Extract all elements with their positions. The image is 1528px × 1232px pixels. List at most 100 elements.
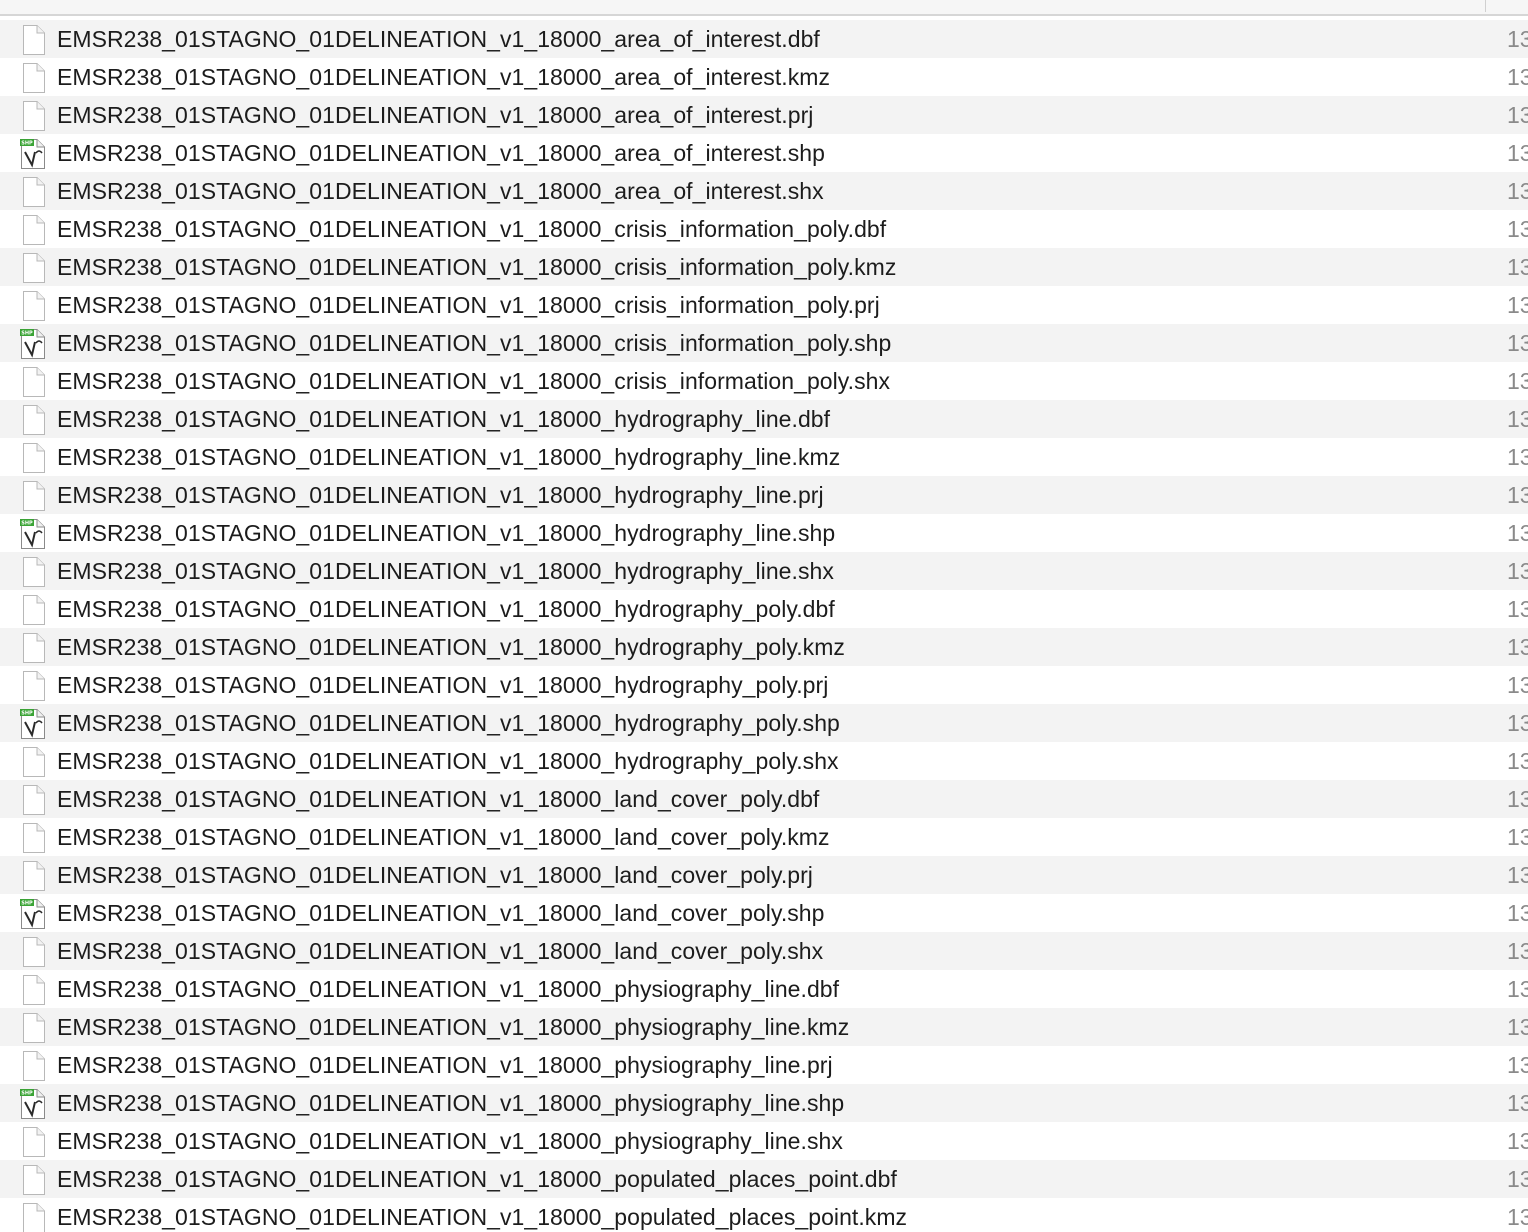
file-row[interactable]: EMSR238_01STAGNO_01DELINEATION_v1_18000_…: [0, 96, 1528, 134]
file-name[interactable]: EMSR238_01STAGNO_01DELINEATION_v1_18000_…: [57, 1046, 833, 1084]
file-row[interactable]: EMSR238_01STAGNO_01DELINEATION_v1_18000_…: [0, 400, 1528, 438]
file-row[interactable]: SHP EMSR238_01STAGNO_01DELINEATION_v1_180…: [0, 514, 1528, 552]
file-row[interactable]: EMSR238_01STAGNO_01DELINEATION_v1_18000_…: [0, 780, 1528, 818]
file-row[interactable]: EMSR238_01STAGNO_01DELINEATION_v1_18000_…: [0, 476, 1528, 514]
document-icon: [20, 177, 46, 207]
file-row[interactable]: SHP EMSR238_01STAGNO_01DELINEATION_v1_180…: [0, 704, 1528, 742]
file-date-modified: 13: [1507, 558, 1528, 584]
file-name[interactable]: EMSR238_01STAGNO_01DELINEATION_v1_18000_…: [57, 932, 823, 970]
file-name[interactable]: EMSR238_01STAGNO_01DELINEATION_v1_18000_…: [57, 134, 825, 172]
shapefile-icon: SHP: [20, 329, 46, 359]
file-row[interactable]: EMSR238_01STAGNO_01DELINEATION_v1_18000_…: [0, 1160, 1528, 1198]
file-date-modified: 13: [1507, 710, 1528, 736]
file-name[interactable]: EMSR238_01STAGNO_01DELINEATION_v1_18000_…: [57, 666, 828, 704]
document-icon-graphic: [23, 291, 45, 321]
file-name[interactable]: EMSR238_01STAGNO_01DELINEATION_v1_18000_…: [57, 742, 839, 780]
file-name[interactable]: EMSR238_01STAGNO_01DELINEATION_v1_18000_…: [57, 552, 834, 590]
file-name[interactable]: EMSR238_01STAGNO_01DELINEATION_v1_18000_…: [57, 58, 830, 96]
file-row[interactable]: EMSR238_01STAGNO_01DELINEATION_v1_18000_…: [0, 1122, 1528, 1160]
file-row[interactable]: EMSR238_01STAGNO_01DELINEATION_v1_18000_…: [0, 1008, 1528, 1046]
file-name[interactable]: EMSR238_01STAGNO_01DELINEATION_v1_18000_…: [57, 970, 839, 1008]
file-row[interactable]: EMSR238_01STAGNO_01DELINEATION_v1_18000_…: [0, 248, 1528, 286]
file-date-modified: 13: [1507, 634, 1528, 660]
file-row[interactable]: SHP EMSR238_01STAGNO_01DELINEATION_v1_180…: [0, 134, 1528, 172]
file-date-modified: 13: [1507, 862, 1528, 888]
file-row[interactable]: EMSR238_01STAGNO_01DELINEATION_v1_18000_…: [0, 552, 1528, 590]
file-name[interactable]: EMSR238_01STAGNO_01DELINEATION_v1_18000_…: [57, 1122, 843, 1160]
file-name[interactable]: EMSR238_01STAGNO_01DELINEATION_v1_18000_…: [57, 628, 845, 666]
file-name[interactable]: EMSR238_01STAGNO_01DELINEATION_v1_18000_…: [57, 248, 896, 286]
document-icon: [20, 481, 46, 511]
file-date-modified: 13: [1507, 748, 1528, 774]
file-name[interactable]: EMSR238_01STAGNO_01DELINEATION_v1_18000_…: [57, 1160, 897, 1198]
file-row[interactable]: EMSR238_01STAGNO_01DELINEATION_v1_18000_…: [0, 590, 1528, 628]
file-date-modified: 13: [1507, 824, 1528, 850]
file-row[interactable]: EMSR238_01STAGNO_01DELINEATION_v1_18000_…: [0, 210, 1528, 248]
document-icon: [20, 1051, 46, 1081]
column-header-bar[interactable]: [0, 0, 1528, 16]
file-row[interactable]: EMSR238_01STAGNO_01DELINEATION_v1_18000_…: [0, 58, 1528, 96]
file-name[interactable]: EMSR238_01STAGNO_01DELINEATION_v1_18000_…: [57, 96, 813, 134]
document-icon: [20, 861, 46, 891]
file-name[interactable]: EMSR238_01STAGNO_01DELINEATION_v1_18000_…: [57, 514, 835, 552]
file-row[interactable]: EMSR238_01STAGNO_01DELINEATION_v1_18000_…: [0, 666, 1528, 704]
file-row[interactable]: EMSR238_01STAGNO_01DELINEATION_v1_18000_…: [0, 438, 1528, 476]
file-name[interactable]: EMSR238_01STAGNO_01DELINEATION_v1_18000_…: [57, 894, 825, 932]
file-name[interactable]: EMSR238_01STAGNO_01DELINEATION_v1_18000_…: [57, 590, 835, 628]
file-date-modified: 13: [1507, 330, 1528, 356]
file-name[interactable]: EMSR238_01STAGNO_01DELINEATION_v1_18000_…: [57, 438, 840, 476]
file-date-modified: 13: [1507, 444, 1528, 470]
file-name[interactable]: EMSR238_01STAGNO_01DELINEATION_v1_18000_…: [57, 704, 840, 742]
document-icon: [20, 557, 46, 587]
file-name[interactable]: EMSR238_01STAGNO_01DELINEATION_v1_18000_…: [57, 476, 824, 514]
svg-text:SHP: SHP: [21, 1091, 33, 1097]
file-name[interactable]: EMSR238_01STAGNO_01DELINEATION_v1_18000_…: [57, 818, 830, 856]
file-date-modified: 13: [1507, 64, 1528, 90]
file-row[interactable]: EMSR238_01STAGNO_01DELINEATION_v1_18000_…: [0, 1198, 1528, 1232]
file-row[interactable]: EMSR238_01STAGNO_01DELINEATION_v1_18000_…: [0, 362, 1528, 400]
file-name[interactable]: EMSR238_01STAGNO_01DELINEATION_v1_18000_…: [57, 172, 824, 210]
document-icon-graphic: [23, 823, 45, 853]
shapefile-icon: SHP: [20, 139, 46, 169]
file-name[interactable]: EMSR238_01STAGNO_01DELINEATION_v1_18000_…: [57, 20, 820, 58]
shapefile-icon: SHP: [20, 1089, 46, 1119]
file-row[interactable]: EMSR238_01STAGNO_01DELINEATION_v1_18000_…: [0, 628, 1528, 666]
file-row[interactable]: EMSR238_01STAGNO_01DELINEATION_v1_18000_…: [0, 286, 1528, 324]
file-row[interactable]: EMSR238_01STAGNO_01DELINEATION_v1_18000_…: [0, 20, 1528, 58]
column-divider[interactable]: [1485, 0, 1486, 12]
file-name[interactable]: EMSR238_01STAGNO_01DELINEATION_v1_18000_…: [57, 1198, 907, 1232]
document-icon-graphic: [23, 1013, 45, 1043]
shapefile-icon-graphic: SHP: [20, 139, 45, 169]
file-row[interactable]: EMSR238_01STAGNO_01DELINEATION_v1_18000_…: [0, 856, 1528, 894]
document-icon: [20, 785, 46, 815]
file-row[interactable]: EMSR238_01STAGNO_01DELINEATION_v1_18000_…: [0, 818, 1528, 856]
file-name[interactable]: EMSR238_01STAGNO_01DELINEATION_v1_18000_…: [57, 780, 819, 818]
document-icon: [20, 215, 46, 245]
svg-text:SHP: SHP: [21, 331, 33, 337]
file-row[interactable]: SHP EMSR238_01STAGNO_01DELINEATION_v1_180…: [0, 1084, 1528, 1122]
document-icon: [20, 1127, 46, 1157]
file-date-modified: 13: [1507, 1166, 1528, 1192]
document-icon-graphic: [23, 253, 45, 283]
file-row[interactable]: EMSR238_01STAGNO_01DELINEATION_v1_18000_…: [0, 742, 1528, 780]
file-date-modified: 13: [1507, 1014, 1528, 1040]
document-icon-graphic: [23, 177, 45, 207]
file-row[interactable]: EMSR238_01STAGNO_01DELINEATION_v1_18000_…: [0, 970, 1528, 1008]
shapefile-icon: SHP: [20, 519, 46, 549]
file-row[interactable]: EMSR238_01STAGNO_01DELINEATION_v1_18000_…: [0, 932, 1528, 970]
file-name[interactable]: EMSR238_01STAGNO_01DELINEATION_v1_18000_…: [57, 1008, 849, 1046]
file-date-modified: 13: [1507, 140, 1528, 166]
file-row[interactable]: SHP EMSR238_01STAGNO_01DELINEATION_v1_180…: [0, 894, 1528, 932]
file-name[interactable]: EMSR238_01STAGNO_01DELINEATION_v1_18000_…: [57, 400, 830, 438]
document-icon-graphic: [23, 481, 45, 511]
file-name[interactable]: EMSR238_01STAGNO_01DELINEATION_v1_18000_…: [57, 286, 880, 324]
file-name[interactable]: EMSR238_01STAGNO_01DELINEATION_v1_18000_…: [57, 362, 890, 400]
file-name[interactable]: EMSR238_01STAGNO_01DELINEATION_v1_18000_…: [57, 210, 886, 248]
file-row[interactable]: EMSR238_01STAGNO_01DELINEATION_v1_18000_…: [0, 172, 1528, 210]
file-name[interactable]: EMSR238_01STAGNO_01DELINEATION_v1_18000_…: [57, 324, 891, 362]
file-row[interactable]: SHP EMSR238_01STAGNO_01DELINEATION_v1_180…: [0, 324, 1528, 362]
file-row[interactable]: EMSR238_01STAGNO_01DELINEATION_v1_18000_…: [0, 1046, 1528, 1084]
file-date-modified: 13: [1507, 216, 1528, 242]
file-name[interactable]: EMSR238_01STAGNO_01DELINEATION_v1_18000_…: [57, 856, 813, 894]
file-name[interactable]: EMSR238_01STAGNO_01DELINEATION_v1_18000_…: [57, 1084, 844, 1122]
